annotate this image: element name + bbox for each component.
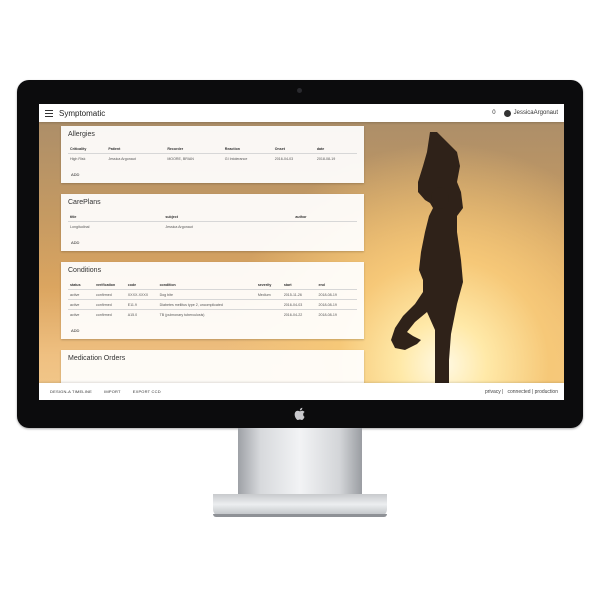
- table-cell: A15.0: [125, 309, 158, 319]
- table-cell: confirmed: [94, 309, 126, 319]
- table-cell: 2018-08-19: [314, 153, 357, 163]
- notification-count[interactable]: 0: [492, 110, 495, 116]
- careplans-card: CarePlans title subject author Longitudi…: [61, 194, 364, 251]
- table-cell: Medium: [255, 289, 282, 300]
- table-cell: E11.9: [125, 299, 158, 310]
- table-cell: active: [68, 289, 94, 300]
- table-cell: [293, 221, 357, 231]
- table-row[interactable]: active confirmed A15.0 TB (pulmonary tub…: [68, 309, 357, 319]
- table-row[interactable]: active confirmed XXXX-XXXX Dog bite Medi…: [68, 289, 357, 300]
- add-allergy-button[interactable]: ADD: [71, 172, 79, 177]
- column-header[interactable]: Onset: [273, 144, 315, 154]
- import-button[interactable]: IMPORT: [104, 389, 121, 394]
- add-condition-button[interactable]: ADD: [71, 328, 79, 333]
- screen: Symptomatic 0 JessicaArgonaut Allergies …: [39, 104, 564, 400]
- card-title: Conditions: [68, 267, 102, 274]
- add-careplan-button[interactable]: ADD: [71, 240, 79, 245]
- allergies-table: Criticality Patient Recorder Reaction On…: [68, 144, 357, 163]
- card-title: Medication Orders: [68, 355, 126, 362]
- allergies-card: Allergies Criticality Patient Recorder R…: [61, 126, 364, 183]
- table-cell: 2018-08-19: [316, 309, 357, 319]
- table-cell: [255, 309, 282, 319]
- column-header[interactable]: status: [68, 280, 94, 290]
- careplans-table: title subject author Longitudinal Jessic…: [68, 212, 357, 231]
- design-timeline-button[interactable]: DESIGN-A TIMELINE: [50, 389, 92, 394]
- table-cell: 2016-04-03: [281, 299, 317, 310]
- table-cell: 2015-11-26: [281, 289, 317, 300]
- table-cell: GI Intolerance: [222, 153, 273, 163]
- export-ccd-button[interactable]: EXPORT CCD: [133, 389, 161, 394]
- table-cell: confirmed: [94, 299, 126, 310]
- table-cell: MOORE, BRIAN: [165, 153, 223, 163]
- column-header[interactable]: start: [282, 280, 317, 290]
- table-cell: Diabetes mellitus type 2, uncomplicated: [157, 299, 256, 310]
- column-header[interactable]: verification: [94, 280, 126, 290]
- table-cell: XXXX-XXXX: [125, 289, 158, 300]
- column-header[interactable]: Reaction: [223, 144, 273, 154]
- column-header[interactable]: subject: [163, 212, 293, 222]
- conditions-table: status verification code condition sever…: [68, 280, 357, 319]
- table-cell: active: [68, 299, 94, 310]
- table-cell: High Risk: [68, 153, 107, 163]
- card-title: CarePlans: [68, 199, 101, 206]
- monitor-stand-neck: [238, 428, 362, 494]
- connection-status: connected | production: [507, 388, 558, 395]
- table-cell: confirmed: [94, 289, 126, 300]
- table-cell: 2016-04-03: [272, 153, 315, 163]
- monitor-stand-base-edge: [213, 514, 387, 517]
- column-header[interactable]: title: [68, 212, 163, 222]
- footer-bar: DESIGN-A TIMELINE IMPORT EXPORT CCD priv…: [39, 383, 564, 400]
- table-row[interactable]: Longitudinal Jessica Argonaut: [68, 221, 357, 231]
- column-header[interactable]: condition: [158, 280, 256, 290]
- main-content: Allergies Criticality Patient Recorder R…: [61, 126, 364, 400]
- table-cell: 2018-08-19: [316, 299, 357, 310]
- table-cell: Jessica Argonaut: [163, 221, 294, 231]
- table-cell: 2016-04-22: [281, 309, 317, 319]
- column-header[interactable]: Recorder: [165, 144, 222, 154]
- table-cell: [255, 299, 282, 310]
- app-bar: Symptomatic 0 JessicaArgonaut: [39, 104, 564, 122]
- card-title: Allergies: [68, 131, 95, 138]
- user-name[interactable]: JessicaArgonaut: [514, 110, 558, 116]
- privacy-link[interactable]: privacy |: [485, 389, 504, 395]
- table-cell: TB (pulmonary tuberculosis): [157, 309, 256, 319]
- table-row[interactable]: High Risk Jessica Argonaut MOORE, BRIAN …: [68, 153, 357, 163]
- column-header[interactable]: severity: [256, 280, 282, 290]
- table-cell: Jessica Argonaut: [106, 153, 166, 163]
- account-icon[interactable]: [503, 109, 511, 117]
- camera-icon: [297, 88, 302, 93]
- column-header[interactable]: Criticality: [68, 144, 106, 154]
- table-cell: active: [68, 309, 94, 319]
- table-cell: Dog bite: [157, 289, 256, 300]
- table-row[interactable]: active confirmed E11.9 Diabetes mellitus…: [68, 299, 357, 310]
- conditions-card: Conditions status verification code cond…: [61, 262, 364, 339]
- apple-logo-icon: [294, 407, 305, 421]
- column-header[interactable]: end: [316, 280, 357, 290]
- column-header[interactable]: date: [315, 144, 357, 154]
- hamburger-menu-icon[interactable]: [45, 109, 53, 117]
- app-title[interactable]: Symptomatic: [59, 109, 105, 118]
- column-header[interactable]: author: [293, 212, 357, 222]
- table-cell: 2018-08-19: [316, 289, 357, 300]
- column-header[interactable]: code: [126, 280, 158, 290]
- table-cell: Longitudinal: [68, 221, 164, 231]
- column-header[interactable]: Patient: [106, 144, 165, 154]
